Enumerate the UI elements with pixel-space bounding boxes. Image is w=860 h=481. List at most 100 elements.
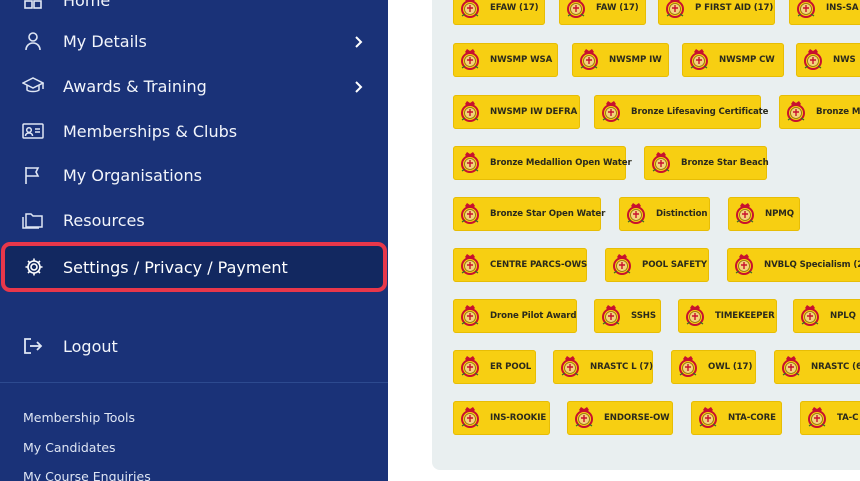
rlss-crest-icon — [625, 202, 647, 226]
award-badge-label: ER POOL — [490, 362, 532, 372]
award-badge-label: INS-ROOKIE — [490, 413, 547, 423]
award-badge[interactable]: Bronze Medallion Open Water — [453, 146, 632, 180]
rlss-crest-icon — [664, 0, 686, 20]
rlss-crest-icon — [459, 100, 481, 124]
award-badge[interactable]: INS-SA — [789, 0, 860, 25]
award-badge[interactable]: TA-C — [800, 401, 860, 435]
user-icon — [22, 30, 44, 52]
award-badge[interactable]: NPMQ — [728, 197, 800, 231]
rlss-crest-icon — [578, 48, 600, 72]
award-badge[interactable]: NWSMP WSA — [453, 43, 558, 77]
award-badge-label: NWSMP WSA — [490, 55, 553, 65]
rlss-crest-icon — [600, 100, 622, 124]
award-badge-label: NWS — [833, 55, 856, 65]
award-badge[interactable]: NTA-CORE — [691, 401, 782, 435]
chevron-right-icon — [353, 34, 365, 48]
award-badge[interactable]: NVBLQ Specialism (2m — [727, 248, 860, 282]
rlss-crest-icon — [697, 406, 719, 430]
award-badge-label: Drone Pilot Award — [490, 311, 577, 321]
award-badge[interactable]: OWL (17) — [671, 350, 756, 384]
award-badge-label: Bronze M — [816, 107, 860, 117]
award-badge[interactable]: NRASTC (6) — [774, 350, 860, 384]
award-badge-label: OWL (17) — [708, 362, 753, 372]
nav-label-my-organisations: My Organisations — [63, 165, 202, 185]
link-my-course-enquiries[interactable]: My Course Enquiries — [23, 469, 151, 481]
award-badge[interactable]: Bronze M — [779, 95, 860, 129]
rlss-crest-icon — [734, 202, 756, 226]
award-badge-label: Bronze Star Open Water — [490, 209, 606, 219]
home-icon — [22, 0, 44, 11]
award-badge[interactable]: NPLQ — [793, 299, 860, 333]
award-badge-label: ENDORSE-OW — [604, 413, 670, 423]
rlss-crest-icon — [600, 304, 622, 328]
award-badge-label: Distinction — [656, 209, 708, 219]
nav-item-awards-training[interactable]: Awards & Training — [0, 64, 388, 108]
flag-icon — [22, 164, 44, 186]
award-badge[interactable]: ER POOL — [453, 350, 536, 384]
nav-label-awards-training: Awards & Training — [63, 76, 207, 96]
award-badge-label: NRASTC L (7) — [590, 362, 653, 372]
award-badge[interactable]: NWSMP IW — [572, 43, 669, 77]
award-badge-label: SSHS — [631, 311, 656, 321]
award-badge-label: NTA-CORE — [728, 413, 776, 423]
rlss-crest-icon — [459, 406, 481, 430]
award-badge[interactable]: ENDORSE-OW — [567, 401, 673, 435]
rlss-crest-icon — [799, 304, 821, 328]
nav-label-memberships-clubs: Memberships & Clubs — [63, 121, 238, 141]
rlss-crest-icon — [684, 304, 706, 328]
award-badge-label: TIMEKEEPER — [715, 311, 775, 321]
rlss-crest-icon — [785, 100, 807, 124]
awards-panel: EFAW (17) FAW (17) P FIRST AID (17) INS-SA N… — [432, 0, 860, 470]
award-badge[interactable]: POOL SAFETY — [605, 248, 709, 282]
award-badge[interactable]: NWSMP CW — [682, 43, 784, 77]
award-badge[interactable]: Drone Pilot Award — [453, 299, 577, 333]
nav-item-my-organisations[interactable]: My Organisations — [0, 153, 388, 197]
award-badge-label: NWSMP IW DEFRA — [490, 107, 578, 117]
nav-label-home: Home — [63, 0, 111, 10]
rlss-crest-icon — [559, 355, 581, 379]
award-badge[interactable]: NRASTC L (7) — [553, 350, 653, 384]
award-badge-label: NWSMP CW — [719, 55, 775, 65]
rlss-crest-icon — [806, 406, 828, 430]
graduation-cap-icon — [22, 75, 44, 97]
rlss-crest-icon — [802, 48, 824, 72]
rlss-crest-icon — [459, 48, 481, 72]
award-badge[interactable]: Bronze Lifesaving Certificate — [594, 95, 768, 129]
nav-item-memberships-clubs[interactable]: Memberships & Clubs — [0, 109, 388, 153]
award-badge[interactable]: CENTRE PARCS-OWS — [453, 248, 587, 282]
award-badge-label: INS-SA — [826, 3, 859, 13]
award-badge-label: Bronze Lifesaving Certificate — [631, 107, 769, 117]
nav-item-my-details[interactable]: My Details — [0, 19, 388, 63]
rlss-crest-icon — [459, 304, 481, 328]
award-badge-label: Bronze Star Beach — [681, 158, 769, 168]
rlss-crest-icon — [459, 151, 481, 175]
logout-icon — [22, 335, 44, 357]
award-badge[interactable]: EFAW (17) — [453, 0, 545, 25]
gear-icon — [23, 256, 45, 278]
award-badge-label: CENTRE PARCS-OWS — [490, 260, 588, 270]
award-badge[interactable]: Bronze Star Beach — [644, 146, 769, 180]
nav-item-resources[interactable]: Resources — [0, 198, 388, 242]
award-badge[interactable]: Bronze Star Open Water — [453, 197, 605, 231]
link-my-candidates[interactable]: My Candidates — [23, 440, 116, 455]
award-badge-label: TA-C — [837, 413, 859, 423]
rlss-crest-icon — [780, 355, 802, 379]
sidebar-divider — [0, 382, 388, 383]
award-badge-label: FAW (17) — [596, 3, 639, 13]
award-badge[interactable]: SSHS — [594, 299, 661, 333]
chevron-right-icon — [353, 79, 365, 93]
award-badge[interactable]: Distinction — [619, 197, 710, 231]
award-badge[interactable]: FAW (17) — [559, 0, 646, 25]
rlss-crest-icon — [650, 151, 672, 175]
award-badge[interactable]: NWSMP IW DEFRA — [453, 95, 580, 129]
nav-item-logout[interactable]: Logout — [0, 324, 388, 368]
rlss-crest-icon — [677, 355, 699, 379]
nav-item-settings-privacy-payment[interactable]: Settings / Privacy / Payment — [1, 242, 387, 292]
award-badge[interactable]: TIMEKEEPER — [678, 299, 777, 333]
rlss-crest-icon — [459, 202, 481, 226]
award-badge[interactable]: INS-ROOKIE — [453, 401, 550, 435]
award-badge[interactable]: P FIRST AID (17) — [658, 0, 775, 25]
rlss-crest-icon — [565, 0, 587, 20]
award-badge[interactable]: NWS — [796, 43, 860, 77]
link-membership-tools[interactable]: Membership Tools — [23, 410, 135, 425]
